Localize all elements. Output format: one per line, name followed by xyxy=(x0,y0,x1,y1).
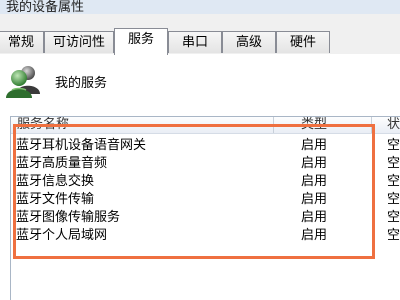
tab-general[interactable]: 常规 xyxy=(0,31,44,53)
service-name: 蓝牙高质量音频 xyxy=(16,156,108,171)
service-type: 启用 xyxy=(301,156,328,171)
list-item[interactable]: 蓝牙文件传输 启用 空 xyxy=(11,191,400,209)
column-separator[interactable] xyxy=(371,117,372,133)
service-type: 启用 xyxy=(301,174,328,189)
service-type: 启用 xyxy=(301,228,328,243)
service-name: 蓝牙信息交换 xyxy=(16,174,95,189)
tab-advanced[interactable]: 高级 xyxy=(222,31,276,53)
services-panel: 我的服务 服务名称 类型 状 蓝牙耳机设备语音网关 启用 空 蓝牙高质量音频 启… xyxy=(0,54,400,300)
tab-hardware[interactable]: 硬件 xyxy=(276,31,330,53)
service-name: 蓝牙耳机设备语音网关 xyxy=(16,138,147,153)
list-item[interactable]: 蓝牙图像传输服务 启用 空 xyxy=(11,209,400,227)
list-item[interactable]: 蓝牙高质量音频 启用 空 xyxy=(11,155,400,173)
column-header-type[interactable]: 类型 xyxy=(301,117,327,132)
title-bar[interactable]: 我的设备属性 xyxy=(0,0,400,15)
section-title: 我的服务 xyxy=(55,76,108,91)
column-separator[interactable] xyxy=(273,117,274,133)
service-type: 启用 xyxy=(301,192,328,207)
service-name: 蓝牙图像传输服务 xyxy=(16,210,121,225)
tab-services[interactable]: 服务 xyxy=(114,28,168,55)
properties-window: 我的设备属性 常规 可访问性 服务 串口 高级 硬件 我的服务 服务名称 类型 … xyxy=(0,0,400,300)
column-header-status[interactable]: 状 xyxy=(387,117,400,132)
window-title: 我的设备属性 xyxy=(6,0,85,15)
list-item[interactable]: 蓝牙个人局域网 启用 空 xyxy=(11,227,400,245)
service-status: 空 xyxy=(387,156,400,171)
service-status: 空 xyxy=(387,174,400,189)
tab-strip: 常规 可访问性 服务 串口 高级 硬件 xyxy=(0,28,400,55)
service-status: 空 xyxy=(387,192,400,207)
services-list[interactable]: 服务名称 类型 状 蓝牙耳机设备语音网关 启用 空 蓝牙高质量音频 启用 空 蓝… xyxy=(10,116,400,300)
list-header: 服务名称 类型 状 xyxy=(11,117,400,134)
service-status: 空 xyxy=(387,138,400,153)
tab-serial-port[interactable]: 串口 xyxy=(168,31,222,53)
service-name: 蓝牙文件传输 xyxy=(16,192,95,207)
service-name: 蓝牙个人局域网 xyxy=(16,228,108,243)
service-status: 空 xyxy=(387,210,400,225)
users-icon xyxy=(6,66,40,98)
tab-accessibility[interactable]: 可访问性 xyxy=(44,31,114,53)
service-type: 启用 xyxy=(301,210,328,225)
list-item[interactable]: 蓝牙信息交换 启用 空 xyxy=(11,173,400,191)
service-type: 启用 xyxy=(301,138,328,153)
service-status: 空 xyxy=(387,228,400,243)
list-item[interactable]: 蓝牙耳机设备语音网关 启用 空 xyxy=(11,137,400,155)
column-header-name[interactable]: 服务名称 xyxy=(17,117,69,132)
